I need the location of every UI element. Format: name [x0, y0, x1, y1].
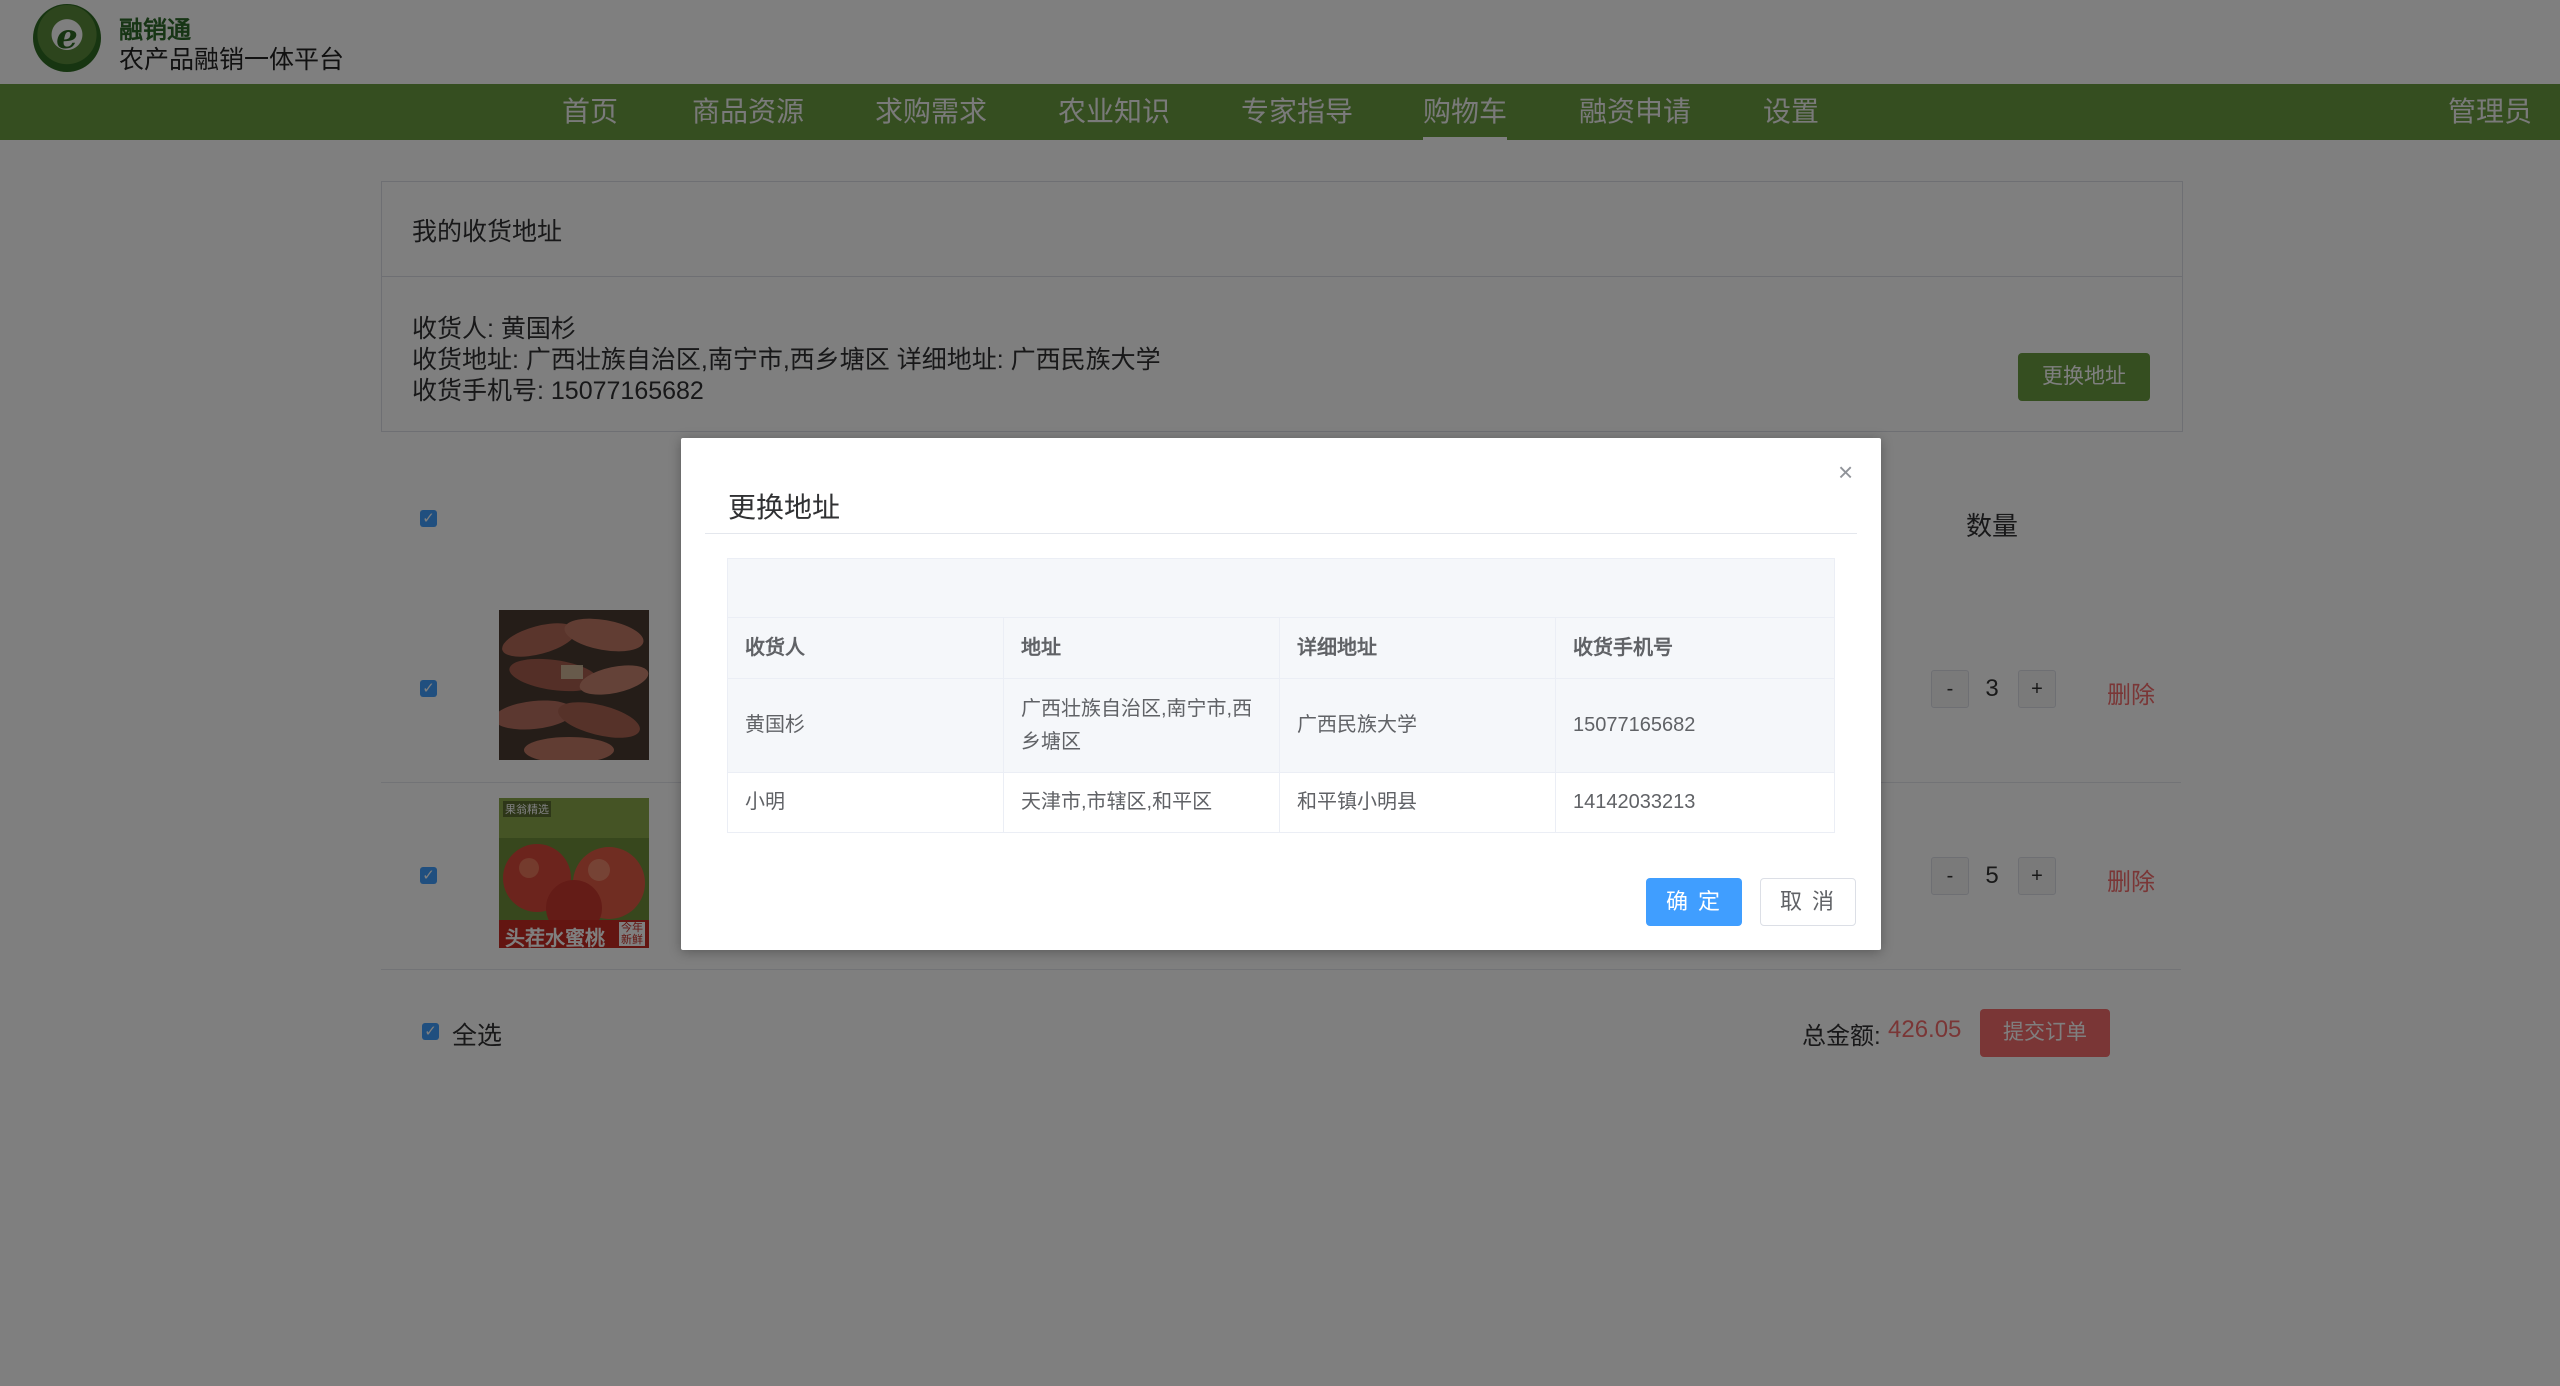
cancel-button[interactable]: 取 消 — [1760, 878, 1856, 926]
cell-detail: 和平镇小明县 — [1280, 773, 1556, 832]
cell-address: 广西壮族自治区,南宁市,西乡塘区 — [1004, 679, 1280, 772]
table-row[interactable]: 黄国杉 广西壮族自治区,南宁市,西乡塘区 广西民族大学 15077165682 — [728, 679, 1834, 773]
column-header-phone: 收货手机号 — [1573, 636, 1673, 659]
column-header-receiver: 收货人 — [728, 618, 1004, 678]
change-address-dialog: 更换地址 × 收货人 地址 详细地址 收货手机号 黄国杉 广西壮族自治区,南宁市… — [681, 438, 1881, 950]
address-table: 收货人 地址 详细地址 收货手机号 黄国杉 广西壮族自治区,南宁市,西乡塘区 广… — [727, 558, 1835, 833]
cell-phone: 14142033213 — [1573, 791, 1696, 813]
column-header-address: 地址 — [1004, 618, 1280, 678]
divider — [705, 533, 1857, 534]
cell-phone: 15077165682 — [1573, 714, 1696, 736]
dialog-title: 更换地址 — [728, 492, 841, 523]
cell-receiver: 小明 — [728, 773, 1004, 832]
cell-address: 天津市,市辖区,和平区 — [1004, 773, 1280, 832]
table-header-row: 收货人 地址 详细地址 收货手机号 — [728, 618, 1834, 679]
table-toolbar — [728, 559, 1834, 618]
confirm-button[interactable]: 确 定 — [1646, 878, 1742, 926]
close-icon[interactable]: × — [1838, 458, 1853, 486]
column-header-detail: 详细地址 — [1280, 618, 1556, 678]
cell-receiver: 黄国杉 — [728, 679, 1004, 772]
cell-detail: 广西民族大学 — [1280, 679, 1556, 772]
table-row[interactable]: 小明 天津市,市辖区,和平区 和平镇小明县 14142033213 — [728, 773, 1834, 832]
